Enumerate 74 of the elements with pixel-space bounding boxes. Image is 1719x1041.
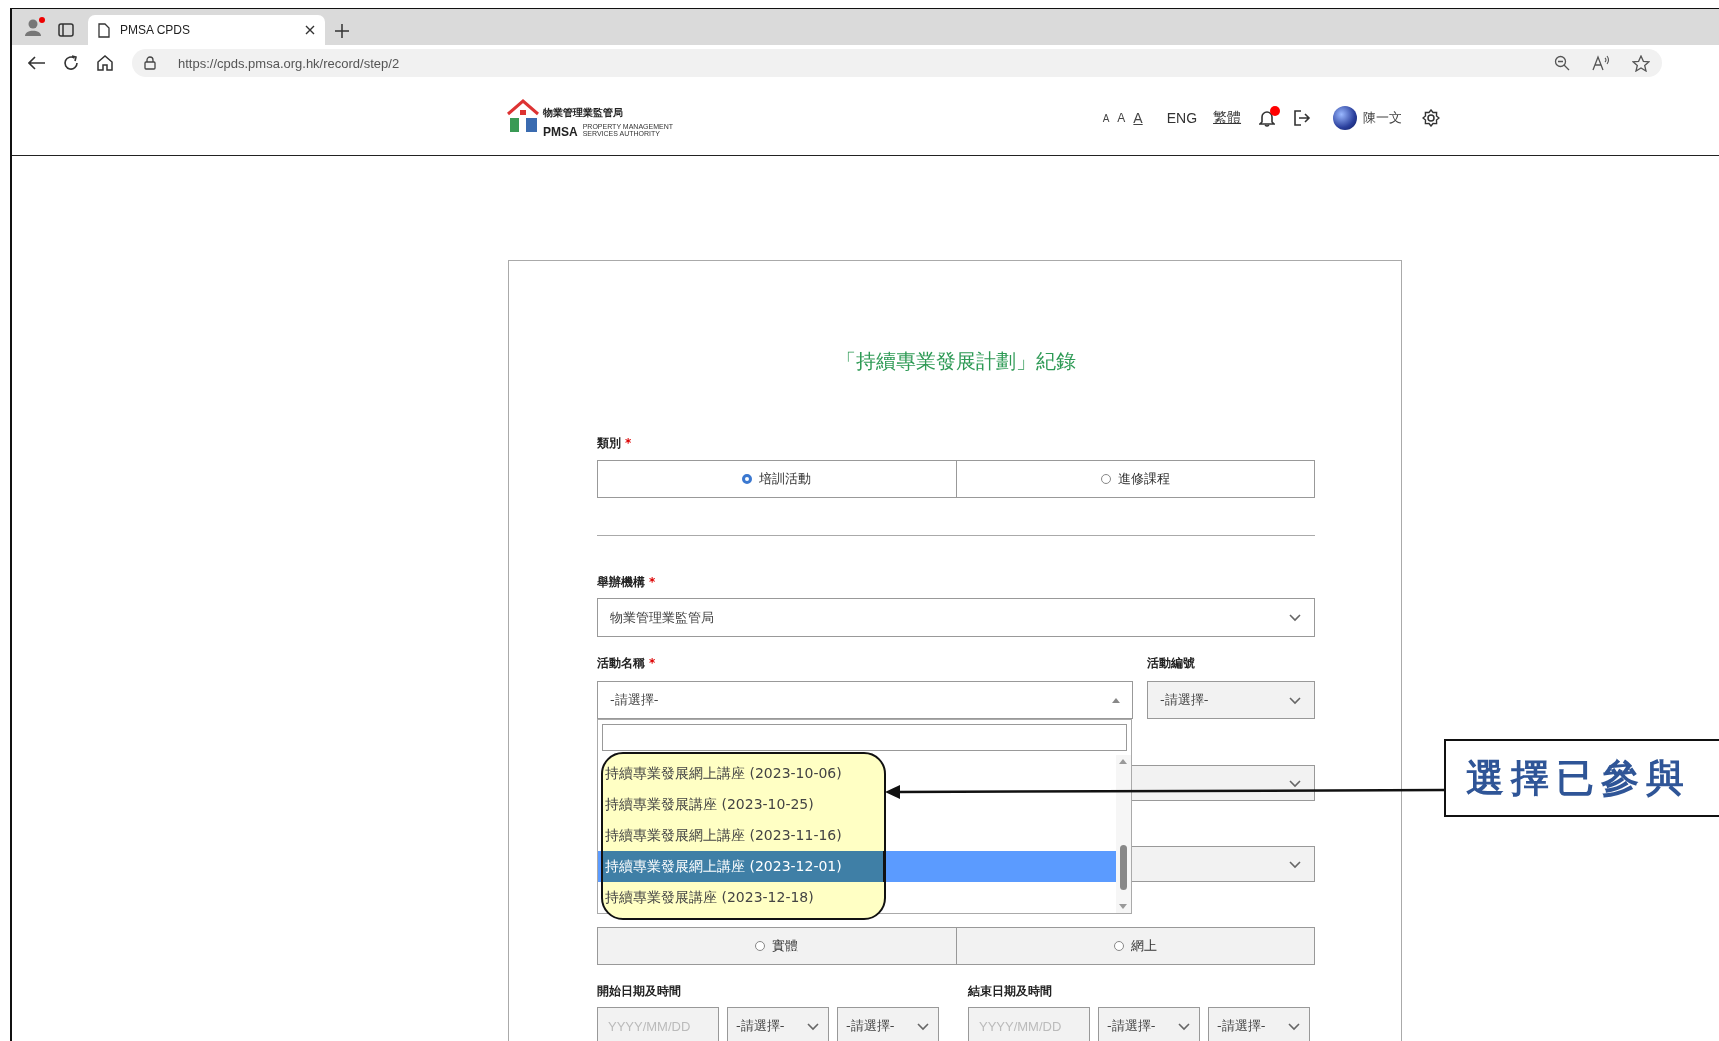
reload-icon[interactable] xyxy=(62,54,80,72)
select-value: -請選擇- xyxy=(736,1017,785,1036)
select-value: -請選擇- xyxy=(1107,1017,1156,1036)
radio-button[interactable] xyxy=(742,474,753,485)
radio-label: 網上 xyxy=(1130,937,1157,956)
font-size-link[interactable]: A xyxy=(1133,110,1143,126)
field-label: 類別 * xyxy=(597,435,633,453)
select-value: 物業管理業監管局 xyxy=(610,608,714,627)
profile-icon[interactable] xyxy=(24,17,46,37)
tabs-icon[interactable] xyxy=(58,23,74,37)
dropdown-option[interactable]: 持續專業發展網上講座 (2023-10-06) xyxy=(598,758,1116,790)
language-link[interactable]: ENG xyxy=(1166,110,1198,126)
scroll-down-icon[interactable] xyxy=(1119,904,1127,910)
radio-option[interactable]: 培訓活動 xyxy=(598,461,956,498)
url-text: https://cpds.pmsa.org.hk/record/step/2 xyxy=(178,55,401,71)
logo-text: PMSA xyxy=(543,126,578,138)
radio-label: 培訓活動 xyxy=(759,470,812,489)
chevron-down-icon xyxy=(1288,778,1302,788)
radio-button[interactable] xyxy=(1100,474,1111,485)
chevron-down-icon xyxy=(1177,1021,1191,1031)
lock-icon xyxy=(144,56,156,70)
field-label: 活動編號 xyxy=(1147,655,1196,673)
new-tab-icon[interactable] xyxy=(335,24,349,38)
scroll-thumb[interactable] xyxy=(1120,845,1127,891)
form-title: 「持續專業發展計劃」紀錄 xyxy=(835,348,1077,376)
browser-tab[interactable]: PMSA CPDS xyxy=(88,15,325,45)
back-icon[interactable] xyxy=(28,56,46,70)
dropdown-option[interactable]: 持續專業發展講座 (2023-12-18) xyxy=(598,882,1116,914)
callout-label: 選擇已參與 xyxy=(1444,739,1719,817)
select-field[interactable]: -請選擇- xyxy=(597,681,1133,720)
tab-title: PMSA CPDS xyxy=(120,23,192,37)
search-field[interactable] xyxy=(602,724,1127,752)
zoom-out-icon[interactable] xyxy=(1554,55,1570,71)
required-mark: * xyxy=(649,575,656,590)
caret-up-icon xyxy=(1112,697,1120,703)
select-value: -請選擇- xyxy=(1160,691,1209,710)
radio-label: 實體 xyxy=(772,937,799,956)
avatar[interactable] xyxy=(1333,106,1358,130)
font-size-link[interactable]: A xyxy=(1117,111,1126,125)
required-mark: * xyxy=(649,656,656,671)
font-size-link[interactable]: A xyxy=(1102,112,1110,124)
dropdown-option[interactable]: 持續專業發展講座 (2023-10-25) xyxy=(598,789,1116,821)
page-icon xyxy=(98,22,110,38)
chevron-down-icon xyxy=(1288,613,1302,623)
chevron-down-icon xyxy=(1288,859,1302,869)
logo-text: 物業管理業監管局 xyxy=(543,105,624,120)
radio-label: 進修課程 xyxy=(1117,470,1170,489)
chevron-down-icon xyxy=(1288,695,1302,705)
logout-icon[interactable] xyxy=(1293,110,1312,126)
select-value: -請選擇- xyxy=(846,1017,895,1036)
home-icon[interactable] xyxy=(96,54,114,72)
read-aloud-icon[interactable] xyxy=(1592,55,1610,71)
select-value: -請選擇- xyxy=(1217,1017,1266,1036)
favorite-star-icon[interactable] xyxy=(1632,54,1650,72)
chevron-down-icon xyxy=(916,1021,930,1031)
field-label: 結束日期及時間 xyxy=(968,983,1053,1001)
field-label: 舉辦機構 * xyxy=(597,574,657,592)
address-bar[interactable]: https://cpds.pmsa.org.hk/record/step/2 xyxy=(132,49,1662,77)
chevron-down-icon xyxy=(806,1021,820,1031)
settings-icon[interactable] xyxy=(1422,109,1441,127)
radio-option[interactable]: 進修課程 xyxy=(955,461,1314,498)
dropdown-option[interactable]: 持續專業發展網上講座 (2023-12-01) xyxy=(598,851,1116,883)
required-mark: * xyxy=(625,436,632,451)
select-field[interactable]: 物業管理業監管局 xyxy=(597,598,1315,638)
language-link[interactable]: 繁體 xyxy=(1213,109,1242,127)
field-label: 活動名稱 * xyxy=(597,655,657,673)
dropdown-option[interactable]: 持續專業發展網上講座 (2023-11-16) xyxy=(598,820,1116,852)
bell-icon[interactable] xyxy=(1259,109,1276,127)
field-label: 開始日期及時間 xyxy=(597,983,682,1001)
chevron-down-icon xyxy=(1287,1021,1301,1031)
scrollbar[interactable] xyxy=(1116,755,1131,914)
user-name[interactable]: 陳一文 xyxy=(1363,109,1403,127)
close-icon[interactable] xyxy=(305,25,315,35)
select-value: -請選擇- xyxy=(610,691,659,710)
